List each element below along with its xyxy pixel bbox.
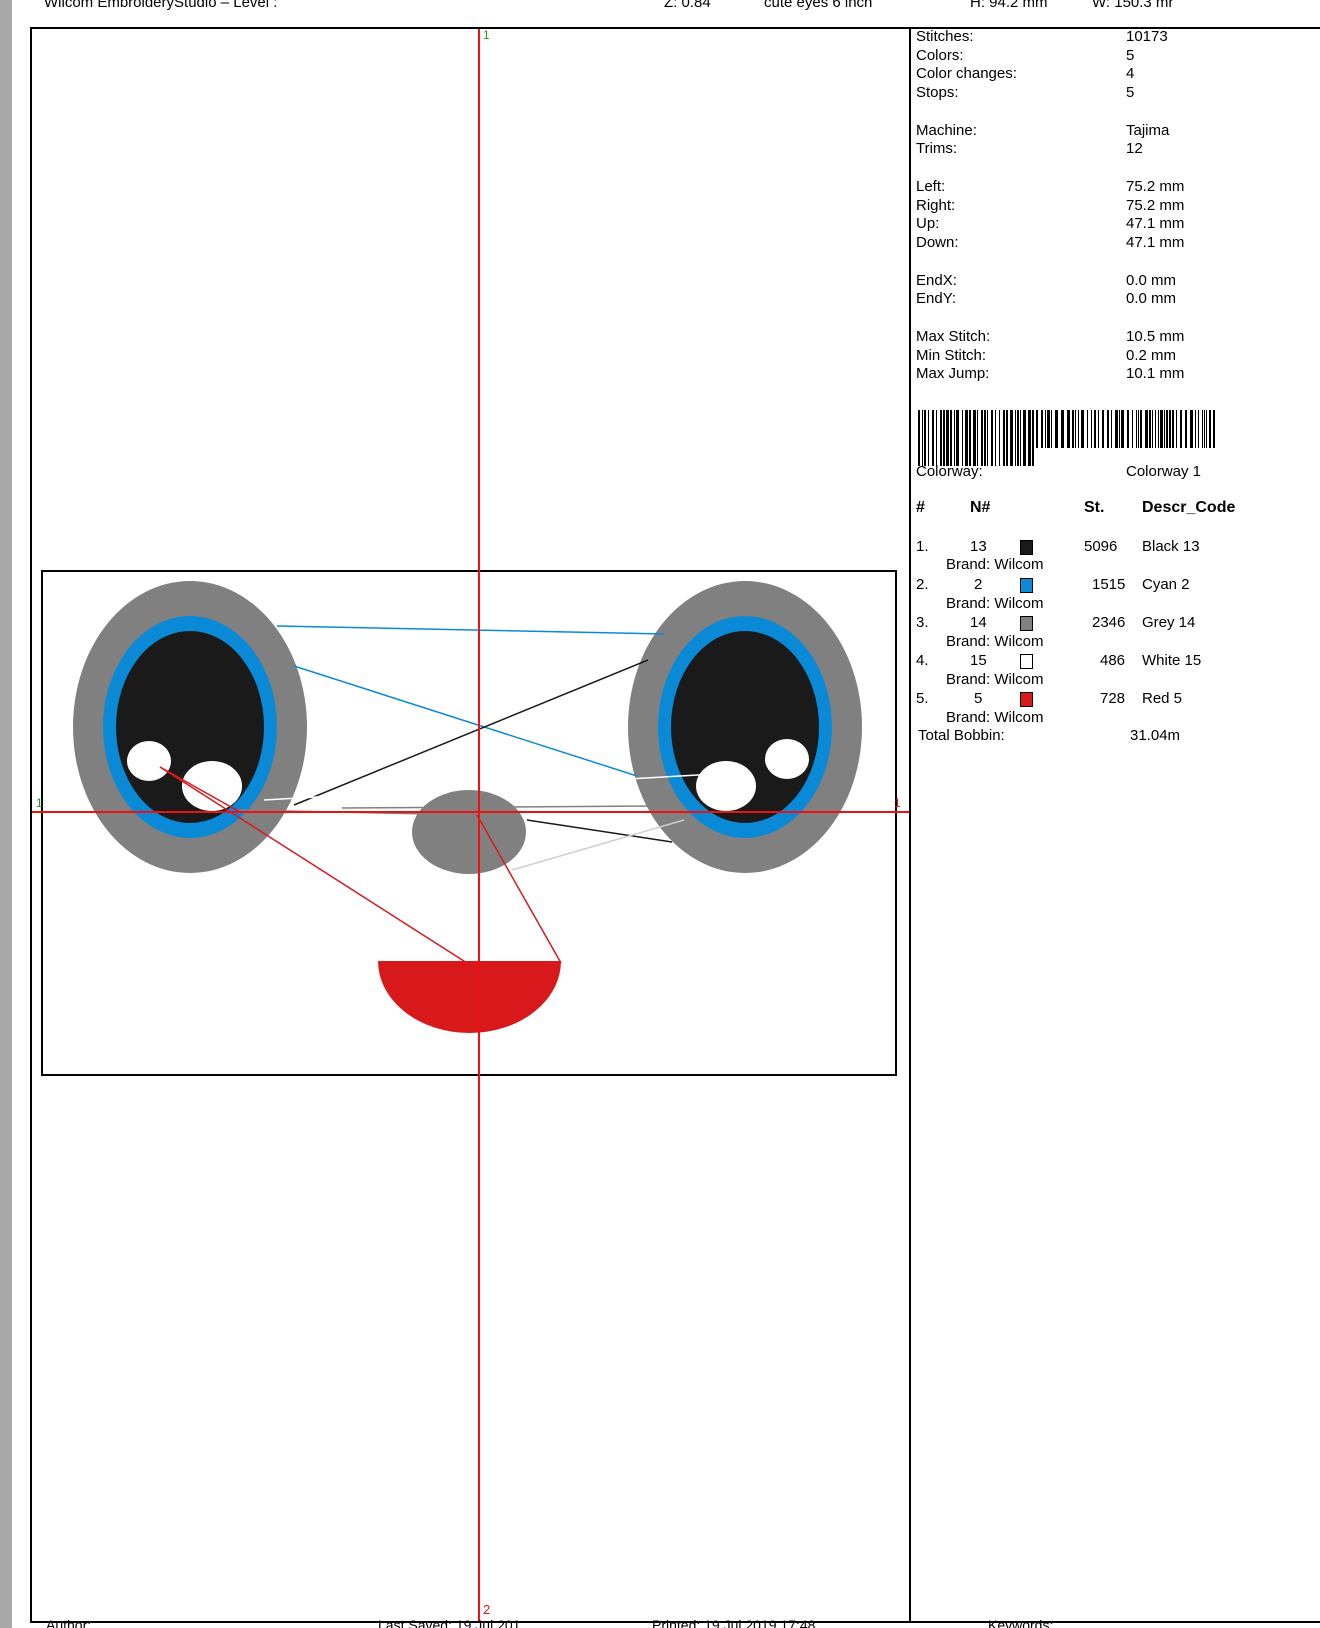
stat-value-endx: 0.0 mm [1126,272,1177,289]
row-stitches: 2346 [1092,614,1126,631]
colorway-label: Colorway: [916,463,983,480]
stat-value-down: 47.1 mm [1126,234,1185,251]
row-needle: 13 [970,538,987,555]
left-eye-highlight-small [127,741,171,781]
row-number: 3. [916,614,929,631]
row-number: 5. [916,690,929,707]
stat-value-up: 47.1 mm [1126,215,1185,232]
footer-last-saved: Last Saved: 19 Jul 201 [378,1617,521,1628]
stat-value-stitches: 10173 [1126,28,1168,45]
row-descr: White 15 [1142,652,1202,669]
row-brand: Brand: Wilcom [946,633,1044,650]
right-eye [628,581,862,873]
col-header-descr-code: Descr_Code [1142,499,1236,516]
stat-label-colors: Colors: [916,47,964,64]
right-eye-highlight-large [696,761,756,811]
stat-label-up: Up: [916,215,940,232]
stat-value-left: 75.2 mm [1126,178,1185,195]
stat-value-trims: 12 [1126,140,1143,157]
stat-label-max-jump: Max Jump: [916,365,990,382]
right-eye-highlight-small [765,739,809,779]
row-needle: 14 [970,614,987,631]
axis-marker-right: 1 [894,796,901,810]
row-brand: Brand: Wilcom [946,556,1044,573]
stat-value-right: 75.2 mm [1126,197,1185,214]
colorway-value: Colorway 1 [1126,463,1202,480]
footer-keywords: Keywords: [988,1617,1054,1628]
stat-label-stitches: Stitches: [916,28,974,45]
total-bobbin-value: 31.04m [1130,727,1181,744]
stat-label-color-changes: Color changes: [916,65,1017,82]
stat-value-max-stitch: 10.5 mm [1126,328,1185,345]
print-preview-page: Wilcom EmbroideryStudio – Level : Z: 0.8… [12,0,1320,1628]
total-bobbin-label: Total Bobbin: [918,727,1005,744]
design-barcode [918,410,1215,466]
stat-label-trims: Trims: [916,140,958,157]
embroidery-design-canvas [32,29,909,1621]
stat-value-stops: 5 [1126,84,1135,101]
design-height: H: 94.2 mm [970,0,1048,11]
stat-label-down: Down: [916,234,959,251]
axis-marker-bottom: 2 [483,1602,491,1617]
row-brand: Brand: Wilcom [946,595,1044,612]
design-width: W: 150.3 mr [1092,0,1174,11]
footer-author: Author: [46,1617,92,1628]
col-header-stitches: St. [1084,499,1105,516]
mouth [378,961,561,1033]
color-swatch [1020,540,1033,555]
row-stitches: 1515 [1092,576,1126,593]
left-eye [73,581,307,873]
frame-column-divider [909,27,911,1623]
stat-value-endy: 0.0 mm [1126,290,1177,307]
stat-label-endy: EndY: [916,290,957,307]
color-swatch [1020,654,1033,669]
row-stitches: 728 [1100,690,1126,707]
stat-label-right: Right: [916,197,956,214]
row-needle: 2 [974,576,983,593]
stat-label-stops: Stops: [916,84,959,101]
color-swatch [1020,692,1033,707]
stat-label-machine: Machine: [916,122,977,139]
row-number: 1. [916,538,929,555]
stat-label-endx: EndX: [916,272,957,289]
stat-label-max-stitch: Max Stitch: [916,328,991,345]
stat-value-max-jump: 10.1 mm [1126,365,1185,382]
row-number: 2. [916,576,929,593]
axis-marker-top: 1 [483,28,490,42]
footer-printed: Printed: 19 Jul 2019 17:48 [652,1617,816,1628]
stat-value-machine: Tajima [1126,122,1170,139]
row-descr: Cyan 2 [1142,576,1190,593]
row-descr: Black 13 [1142,538,1200,555]
row-brand: Brand: Wilcom [946,671,1044,688]
axis-marker-left: 1 [36,796,43,810]
col-header-number: # [916,499,925,516]
row-descr: Red 5 [1142,690,1183,707]
row-brand: Brand: Wilcom [946,709,1044,726]
stat-value-color-changes: 4 [1126,65,1135,82]
row-needle: 5 [974,690,983,707]
color-swatch [1020,616,1033,631]
stat-value-min-stitch: 0.2 mm [1126,347,1177,364]
row-descr: Grey 14 [1142,614,1196,631]
stat-value-colors: 5 [1126,47,1135,64]
color-swatch [1020,578,1033,593]
row-stitches: 486 [1100,652,1126,669]
nose [412,790,526,874]
row-needle: 15 [970,652,987,669]
col-header-needle: N# [970,499,991,516]
row-number: 4. [916,652,929,669]
stat-label-left: Left: [916,178,946,195]
stat-label-min-stitch: Min Stitch: [916,347,987,364]
row-stitches: 5096 [1084,538,1118,555]
